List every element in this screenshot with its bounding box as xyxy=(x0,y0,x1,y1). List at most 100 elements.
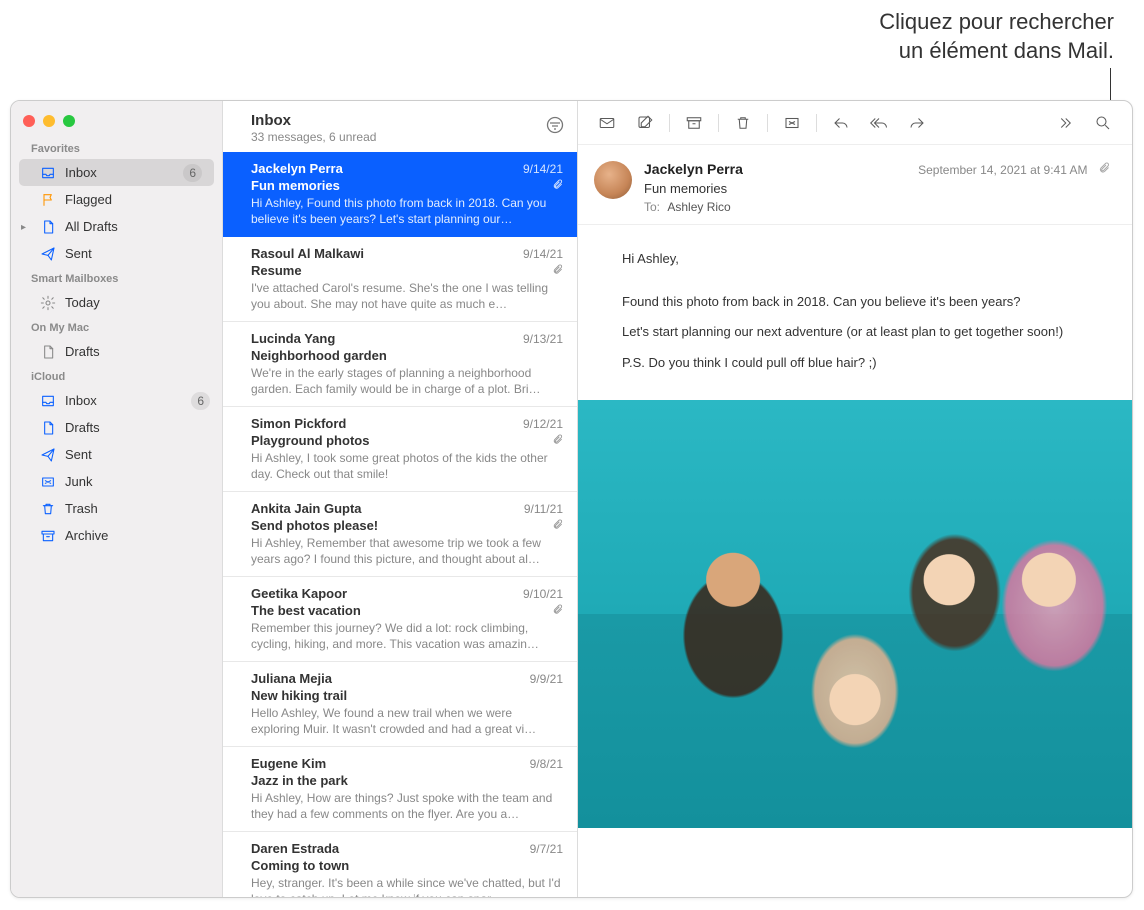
paperclip-icon xyxy=(552,433,563,448)
sidebar-heading: On My Mac xyxy=(11,316,222,338)
mail-window: FavoritesInbox6Flagged▸All DraftsSentSma… xyxy=(10,100,1133,898)
search-icon xyxy=(1094,114,1112,132)
message-row[interactable]: Ankita Jain Gupta 9/11/21 Send photos plea… xyxy=(223,492,577,577)
window-controls xyxy=(11,109,222,137)
message-date: 9/11/21 xyxy=(524,502,563,516)
sidebar-item-archive[interactable]: Archive xyxy=(11,522,222,549)
mailbox-title: Inbox xyxy=(251,112,376,129)
message-date: 9/14/21 xyxy=(523,162,563,176)
trash-icon xyxy=(734,114,752,132)
sidebar-item-drafts[interactable]: Drafts xyxy=(11,414,222,441)
sidebar-item-inbox[interactable]: Inbox6 xyxy=(11,387,222,414)
forward-icon xyxy=(908,114,926,132)
message-sender: Eugene Kim xyxy=(251,756,326,771)
sidebar-item-trash[interactable]: Trash xyxy=(11,495,222,522)
doc-icon xyxy=(39,419,57,437)
reply-button[interactable] xyxy=(824,109,858,137)
message-subject: Neighborhood garden xyxy=(251,348,387,363)
forward-button[interactable] xyxy=(900,109,934,137)
search-button[interactable] xyxy=(1086,109,1120,137)
message-header: Jackelyn Perra September 14, 2021 at 9:4… xyxy=(578,145,1132,225)
sidebar-item-drafts[interactable]: Drafts xyxy=(11,338,222,365)
toolbar-separator xyxy=(669,114,670,132)
zoom-window[interactable] xyxy=(63,115,75,127)
message-row[interactable]: Juliana Mejia9/9/21New hiking trailHello… xyxy=(223,662,577,747)
message-subject: Resume xyxy=(251,263,302,278)
message-preview: We're in the early stages of planning a … xyxy=(251,365,563,397)
minimize-window[interactable] xyxy=(43,115,55,127)
gear-icon xyxy=(39,294,57,312)
message-preview: Hey, stranger. It's been a while since w… xyxy=(251,875,563,897)
delete-button[interactable] xyxy=(726,109,760,137)
sidebar-item-label: Drafts xyxy=(65,344,210,359)
message-subject: Fun memories xyxy=(644,181,1110,196)
sidebar-item-label: Trash xyxy=(65,501,210,516)
sidebar-item-sent[interactable]: Sent xyxy=(11,441,222,468)
message-subject: Coming to town xyxy=(251,858,349,873)
attachment-photo[interactable] xyxy=(578,400,1132,828)
tray-icon xyxy=(39,392,57,410)
archive-button[interactable] xyxy=(677,109,711,137)
reply-all-button[interactable] xyxy=(862,109,896,137)
sidebar-item-label: All Drafts xyxy=(65,219,210,234)
message-sender: Geetika Kapoor xyxy=(251,586,347,601)
message-row[interactable]: Simon Pickford9/12/21Playground photosHi… xyxy=(223,407,577,492)
message-subject: Send photos please! xyxy=(251,518,378,533)
sidebar-heading: iCloud xyxy=(11,365,222,387)
sidebar-item-today[interactable]: Today xyxy=(11,289,222,316)
message-sender: Ankita Jain Gupta xyxy=(251,501,362,516)
close-window[interactable] xyxy=(23,115,35,127)
chevrons-right-icon xyxy=(1056,114,1074,132)
message-preview: Hi Ashley, Found this photo from back in… xyxy=(251,195,563,227)
message-row[interactable]: Lucinda Yang9/13/21Neighborhood gardenWe… xyxy=(223,322,577,407)
message-preview: Hi Ashley, How are things? Just spoke wi… xyxy=(251,790,563,822)
sidebar-item-all-drafts[interactable]: ▸ All Drafts xyxy=(11,213,222,240)
sidebar-item-label: Junk xyxy=(65,474,210,489)
get-mail-button[interactable] xyxy=(590,109,624,137)
more-toolbar-button[interactable] xyxy=(1048,109,1082,137)
message-subject: Fun memories xyxy=(251,178,340,193)
toolbar-separator xyxy=(816,114,817,132)
sidebar-item-junk[interactable]: Junk xyxy=(11,468,222,495)
junk-button[interactable] xyxy=(775,109,809,137)
reply-all-icon xyxy=(870,114,888,132)
callout-line2: un élément dans Mail. xyxy=(879,37,1114,66)
message-row[interactable]: Eugene Kim9/8/21Jazz in the parkHi Ashle… xyxy=(223,747,577,832)
message-list-pane: Inbox 33 messages, 6 unread Jackelyn Per… xyxy=(223,101,578,897)
message-list-header: Inbox 33 messages, 6 unread xyxy=(223,101,577,152)
archivebox-icon xyxy=(39,527,57,545)
message-date: 9/14/21 xyxy=(523,247,563,261)
filter-button[interactable] xyxy=(545,115,565,135)
chevron-right-icon[interactable]: ▸ xyxy=(21,222,26,233)
sidebar-item-label: Sent xyxy=(65,246,210,261)
sidebar-item-label: Sent xyxy=(65,447,210,462)
message-date: September 14, 2021 at 9:41 AM xyxy=(918,163,1087,177)
mailbox-subtitle: 33 messages, 6 unread xyxy=(251,130,376,144)
junk-icon xyxy=(783,114,801,132)
message-sender: Jackelyn Perra xyxy=(251,161,343,176)
message-row[interactable]: Jackelyn Perra 9/14/21 Fun memories Hi Ashl… xyxy=(223,152,577,237)
paperplane-icon xyxy=(39,446,57,464)
sidebar-item-inbox[interactable]: Inbox6 xyxy=(19,159,214,186)
body-paragraph: P.S. Do you think I could pull off blue … xyxy=(622,351,1110,376)
compose-button[interactable] xyxy=(628,109,662,137)
sidebar-item-flagged[interactable]: Flagged xyxy=(11,186,222,213)
toolbar-separator xyxy=(718,114,719,132)
message-subject: Playground photos xyxy=(251,433,369,448)
sender-avatar xyxy=(594,161,632,199)
reading-pane: Jackelyn Perra September 14, 2021 at 9:4… xyxy=(578,101,1132,897)
mailboxes-sidebar: FavoritesInbox6Flagged▸All DraftsSentSma… xyxy=(11,101,223,897)
message-row[interactable]: Rasoul Al Malkawi9/14/21ResumeI've attac… xyxy=(223,237,577,322)
message-subject: Jazz in the park xyxy=(251,773,348,788)
message-row[interactable]: Daren Estrada9/7/21Coming to townHey, st… xyxy=(223,832,577,897)
message-subject: The best vacation xyxy=(251,603,361,618)
sidebar-item-sent[interactable]: Sent xyxy=(11,240,222,267)
message-date: 9/9/21 xyxy=(530,672,563,686)
callout-line1: Cliquez pour rechercher xyxy=(879,8,1114,37)
message-list: Jackelyn Perra 9/14/21 Fun memories Hi Ashl… xyxy=(223,152,577,897)
sidebar-item-label: Inbox xyxy=(65,393,191,408)
message-sender: Jackelyn Perra xyxy=(644,161,743,177)
sidebar-item-label: Drafts xyxy=(65,420,210,435)
message-row[interactable]: Geetika Kapoor9/10/21The best vacationRe… xyxy=(223,577,577,662)
message-date: 9/10/21 xyxy=(523,587,563,601)
